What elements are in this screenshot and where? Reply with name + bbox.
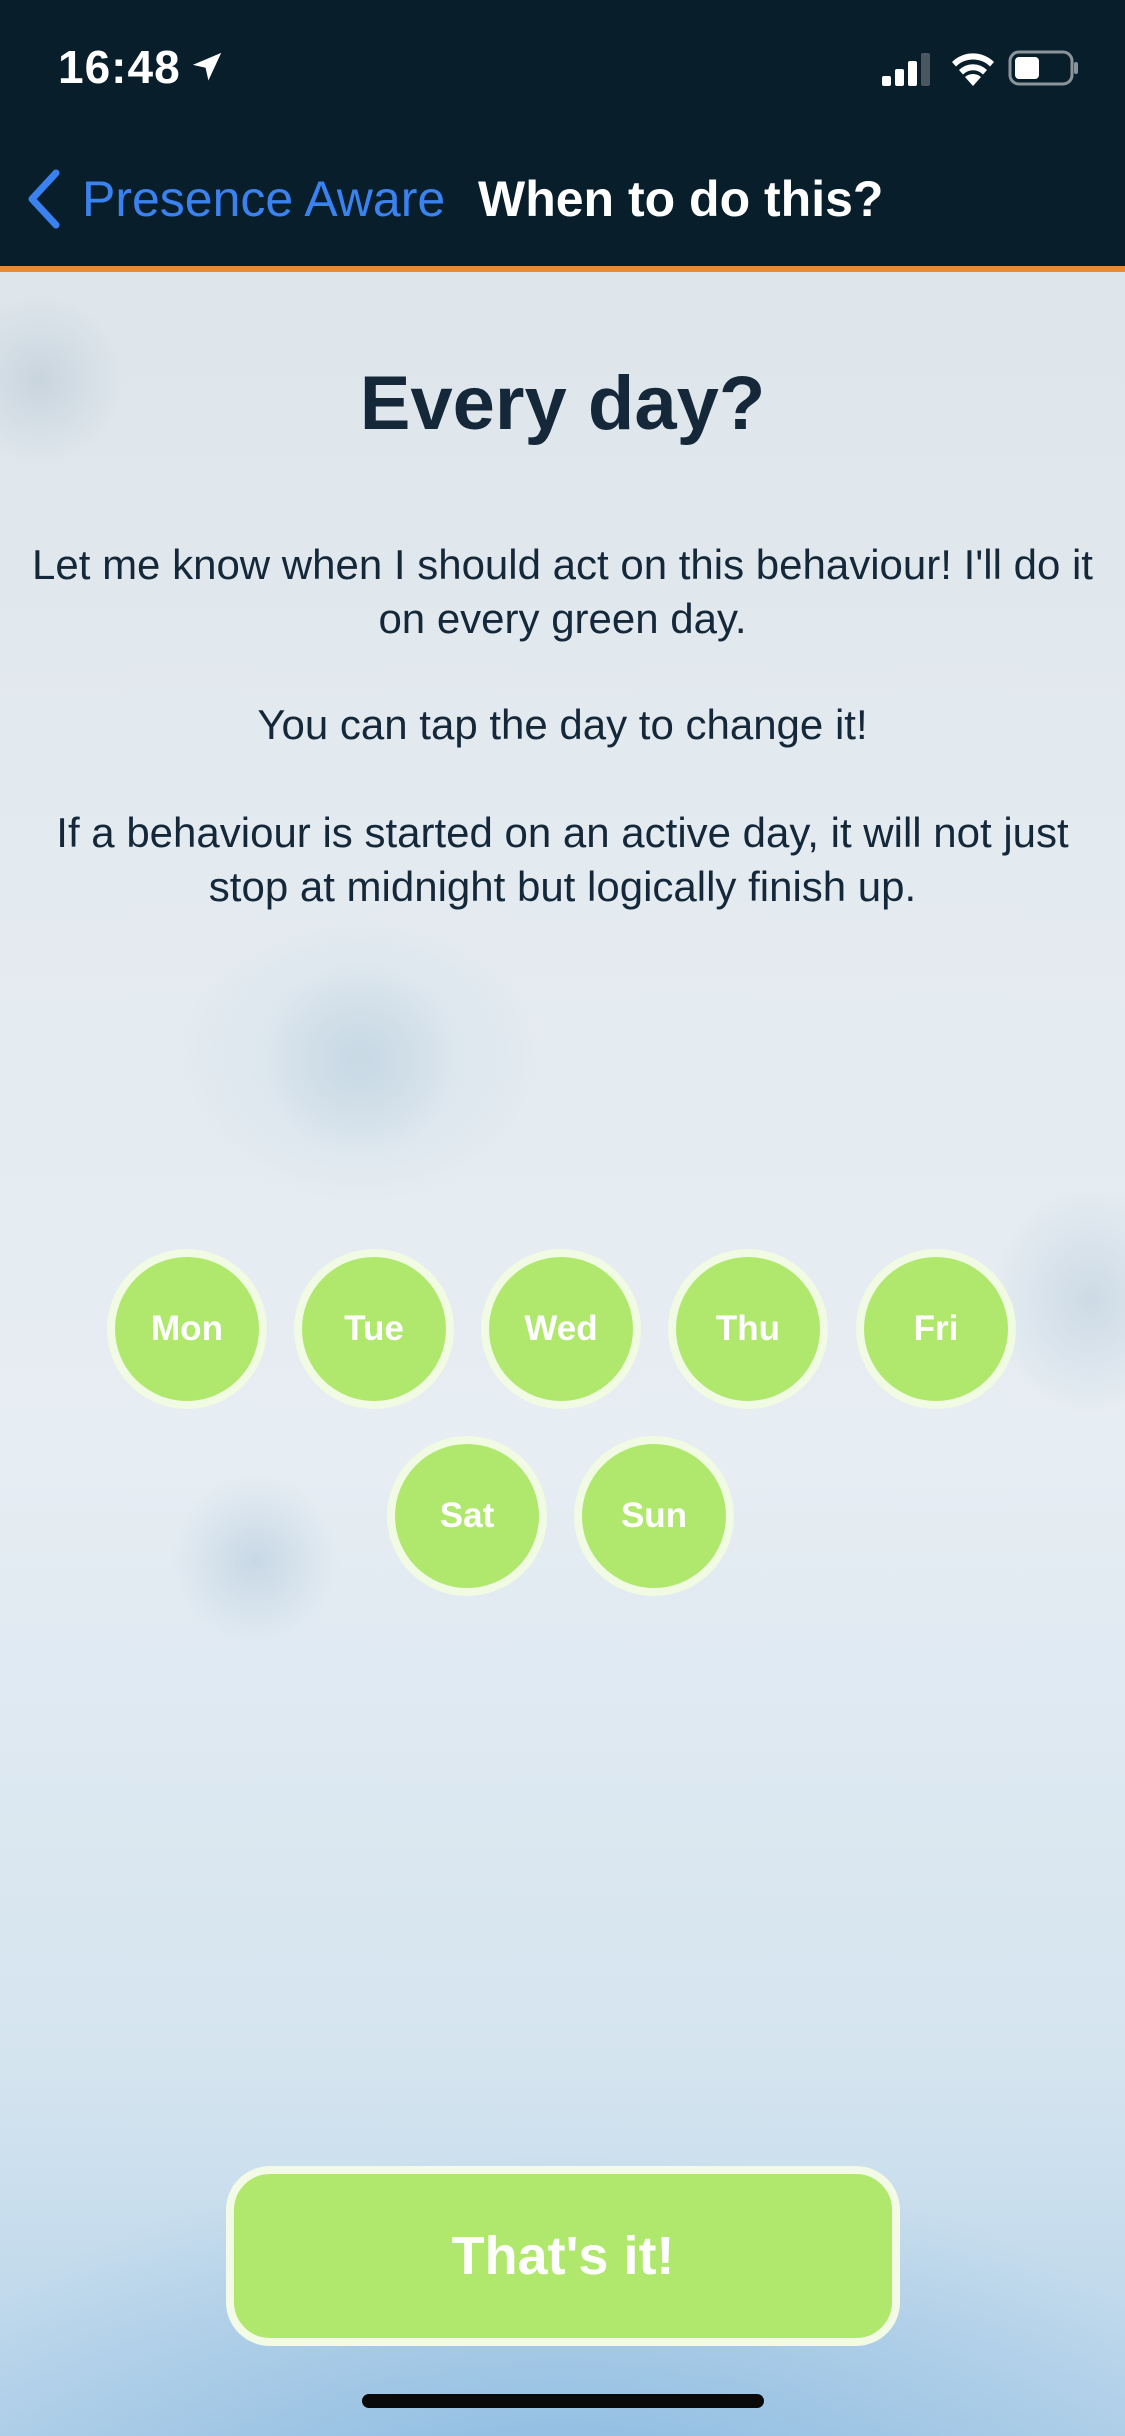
location-arrow-icon (192, 52, 222, 81)
day-toggle-sun[interactable]: Sun (574, 1436, 734, 1596)
midnight-note-text: If a behaviour is started on an active d… (56, 809, 1069, 910)
day-toggle-wed[interactable]: Wed (481, 1249, 641, 1409)
confirm-button[interactable]: That's it! (226, 2166, 900, 2346)
tap-hint-text: You can tap the day to change it! (257, 701, 868, 748)
section-heading: Every day? (359, 361, 766, 446)
day-label: Thu (715, 1309, 781, 1348)
day-label: Mon (151, 1309, 223, 1348)
day-label: Sun (620, 1496, 688, 1535)
back-button[interactable]: Presence Aware (24, 164, 445, 234)
confirm-button-label: That's it! (451, 2226, 675, 2286)
day-toggle-thu[interactable]: Thu (668, 1249, 828, 1409)
day-toggle-fri[interactable]: Fri (856, 1249, 1016, 1409)
battery-icon (1008, 50, 1078, 86)
status-time: 16:48 (58, 41, 181, 93)
day-toggle-mon[interactable]: Mon (107, 1249, 267, 1409)
home-indicator (362, 2394, 764, 2408)
day-label: Tue (344, 1309, 404, 1348)
back-button-label: Presence Aware (82, 171, 446, 227)
day-label: Fri (913, 1309, 959, 1348)
chevron-left-icon (28, 169, 60, 229)
navigation-header: 16:48 Presence Aware When to do this? (0, 0, 1125, 266)
wifi-icon (952, 53, 994, 86)
header-accent-line (0, 266, 1125, 272)
day-label: Wed (524, 1309, 598, 1348)
page-title: When to do this? (478, 171, 884, 227)
instruction-text: Let me know when I should act on this be… (32, 541, 1093, 642)
day-label: Sat (439, 1496, 495, 1535)
day-toggle-tue[interactable]: Tue (294, 1249, 454, 1409)
day-toggle-sat[interactable]: Sat (387, 1436, 547, 1596)
cellular-signal-icon (882, 53, 930, 86)
